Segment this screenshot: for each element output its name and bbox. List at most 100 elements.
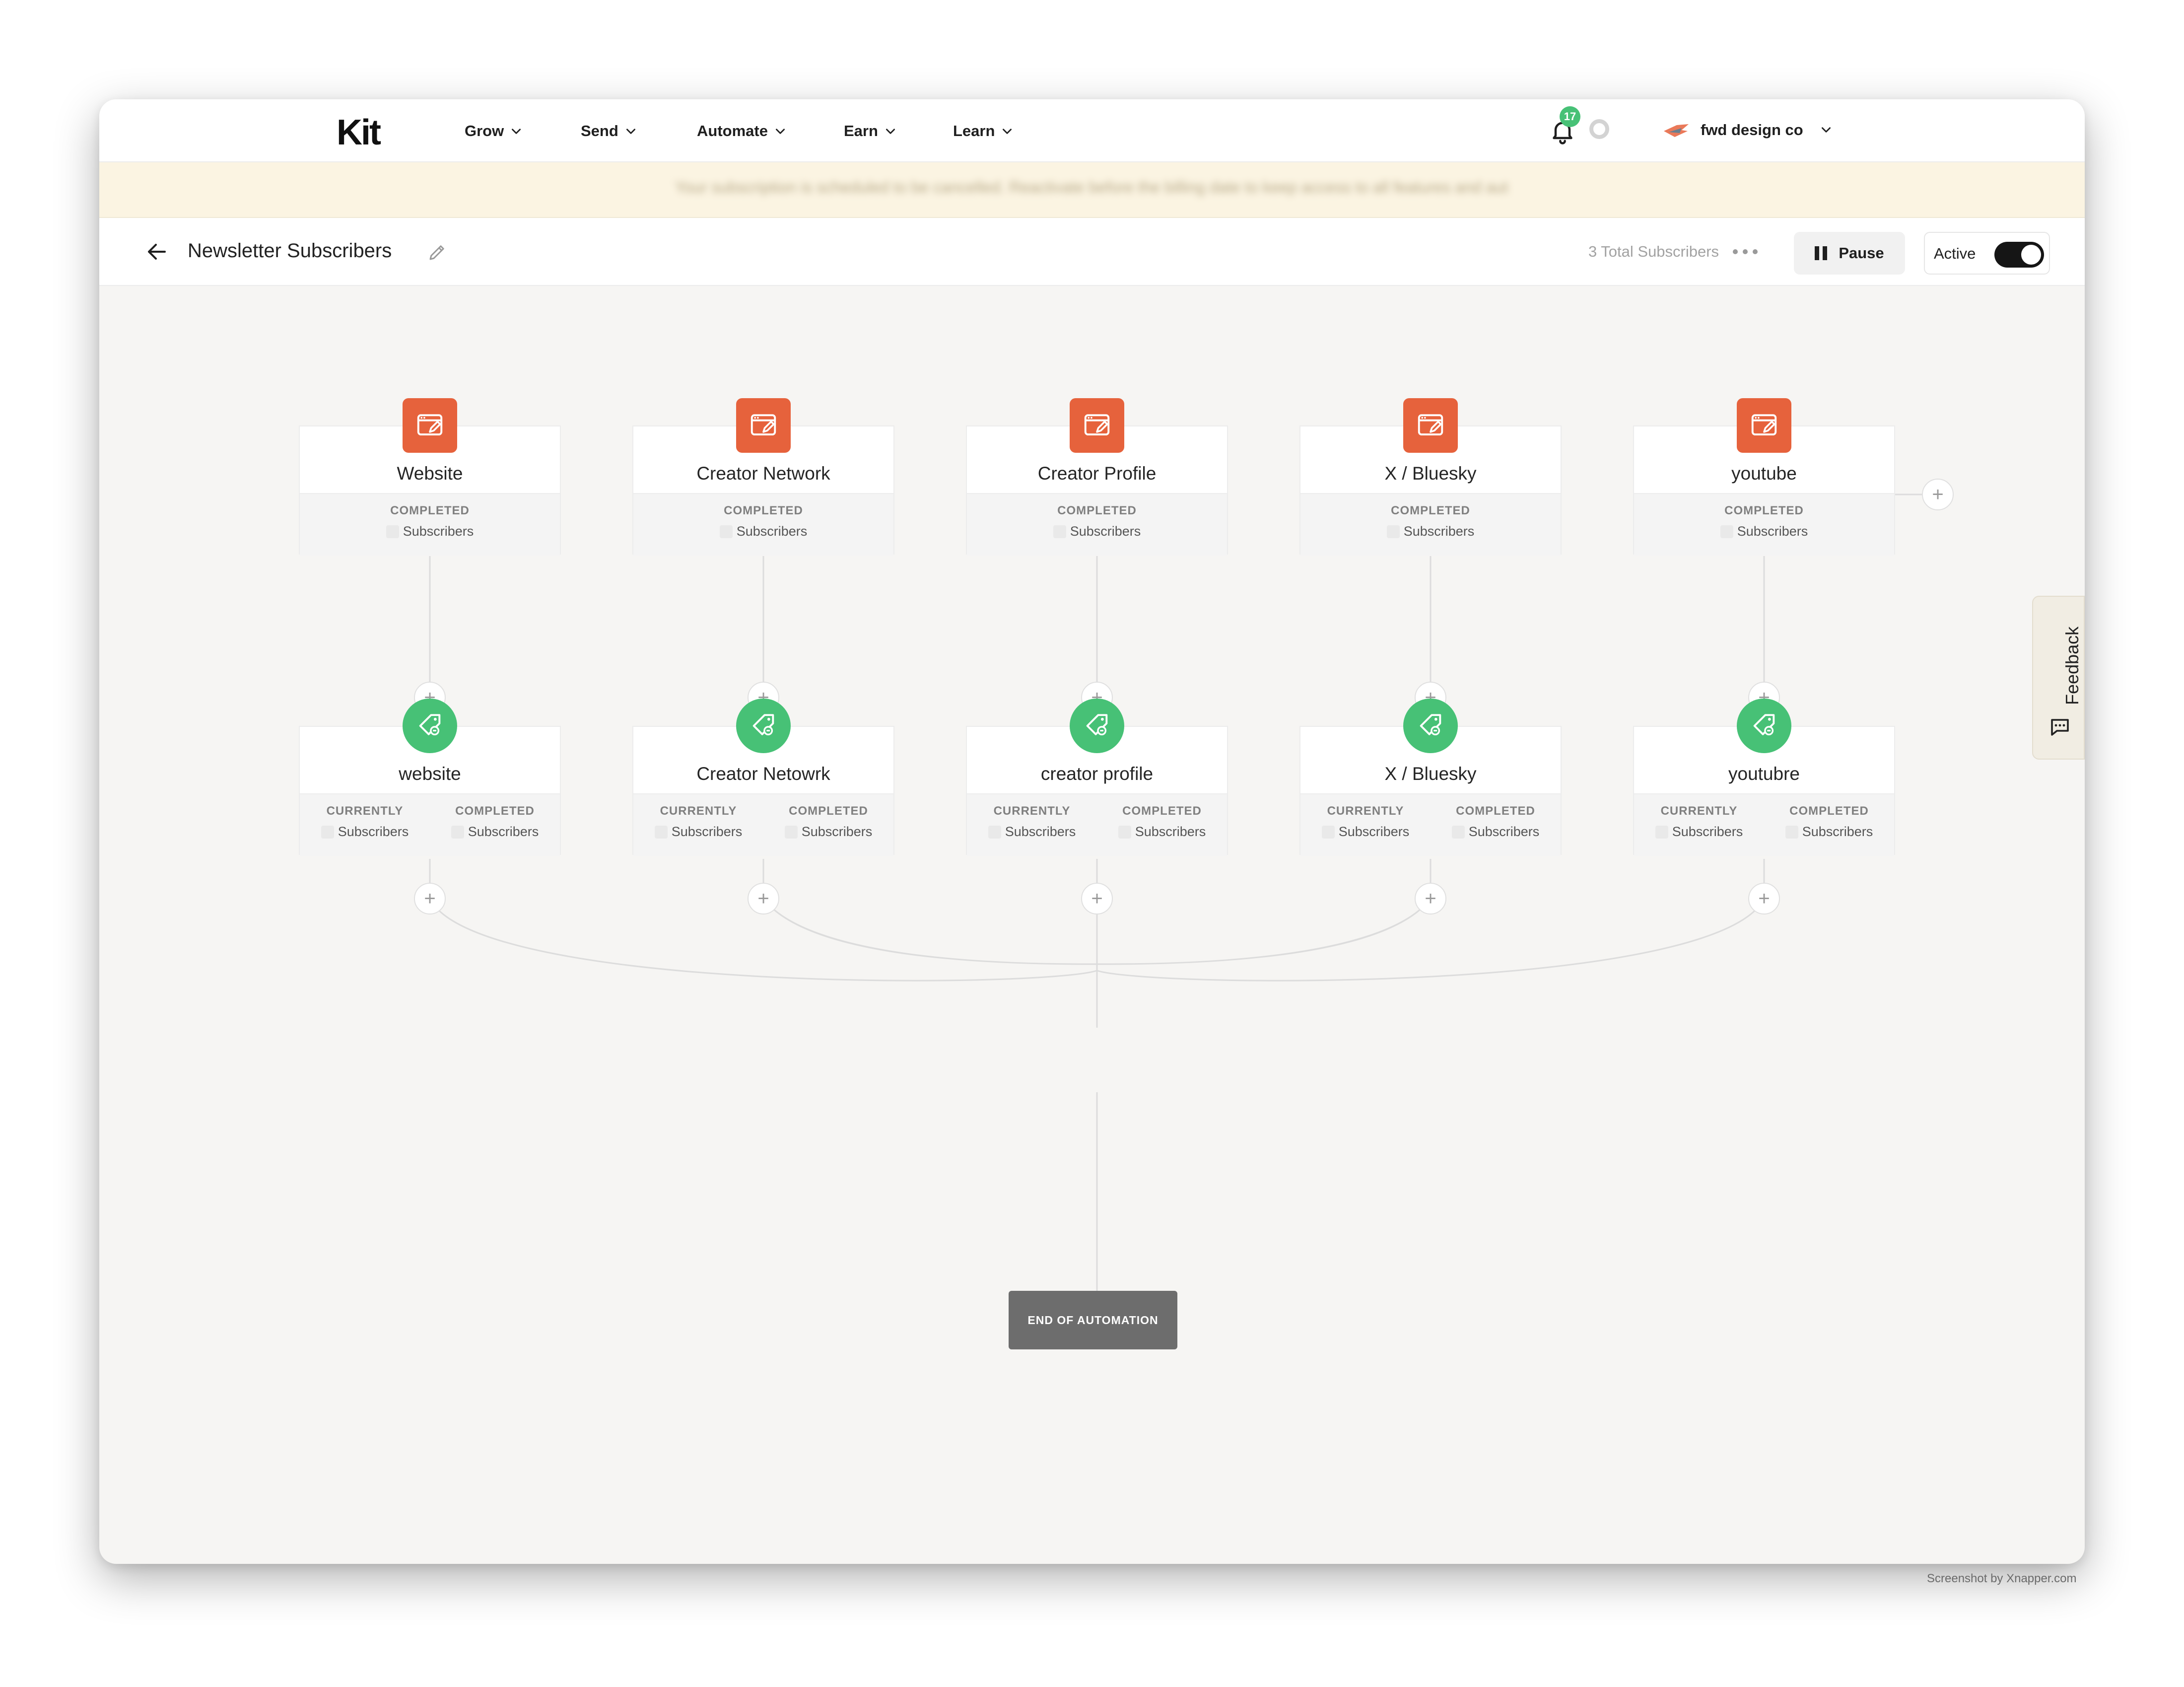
stat-completed: COMPLETED Subscribers (430, 804, 560, 840)
stat-completed: COMPLETED Subscribers (300, 504, 560, 539)
form-icon (1403, 398, 1458, 453)
stat-completed: COMPLETED Subscribers (967, 504, 1227, 539)
form-icon (1070, 398, 1124, 453)
tag-icon (1403, 699, 1458, 753)
stat-count (321, 825, 334, 839)
tag-icon (403, 699, 457, 753)
feedback-tab[interactable]: Feedback (2032, 596, 2085, 760)
tag-icon (1070, 699, 1124, 753)
stat-completed: COMPLETED Subscribers (1300, 504, 1561, 539)
stat-label: COMPLETED (1057, 504, 1137, 517)
stat-unit: Subscribers (1802, 824, 1873, 839)
stat-completed: COMPLETED Subscribers (633, 504, 893, 539)
form-icon (403, 398, 457, 453)
screenshot-credit: Screenshot by Xnapper.com (1927, 1572, 2077, 1585)
stat-currently: CURRENTLY Subscribers (633, 804, 763, 840)
stat-unit: Subscribers (1070, 524, 1141, 539)
stat-label: COMPLETED (1724, 504, 1804, 517)
add-step-button[interactable]: + (1748, 883, 1780, 914)
trigger-title: Website (397, 463, 463, 484)
trigger-title: X / Bluesky (1384, 463, 1477, 484)
stat-count (719, 525, 733, 538)
stat-count (1118, 825, 1131, 839)
stat-currently: CURRENTLY Subscribers (1634, 804, 1764, 840)
stat-count (1321, 825, 1335, 839)
stat-count (1720, 525, 1733, 538)
stat-label: CURRENTLY (1327, 804, 1404, 818)
stat-unit: Subscribers (1672, 824, 1743, 839)
stat-label: CURRENTLY (993, 804, 1071, 818)
stat-count (654, 825, 668, 839)
stat-unit: Subscribers (1403, 524, 1475, 539)
stat-label: COMPLETED (455, 804, 535, 818)
action-stats: CURRENTLY Subscribers COMPLETED Subscrib… (1634, 793, 1894, 856)
trigger-stats: COMPLETED Subscribers (967, 493, 1227, 556)
add-step-button[interactable]: + (1415, 883, 1446, 914)
action-stats: CURRENTLY Subscribers COMPLETED Subscrib… (967, 793, 1227, 856)
automation-app: Kit Grow Send Automate Earn Learn 17 fwd… (99, 99, 2085, 1564)
trigger-stats: COMPLETED Subscribers (1300, 493, 1561, 556)
trigger-stats: COMPLETED Subscribers (1634, 493, 1894, 556)
stat-count (1386, 525, 1400, 538)
stat-count (784, 825, 798, 839)
stat-label: CURRENTLY (660, 804, 737, 818)
action-title: youtubre (1728, 764, 1800, 784)
form-icon (1737, 398, 1791, 453)
stat-completed: COMPLETED Subscribers (1097, 804, 1227, 840)
stat-currently: CURRENTLY Subscribers (967, 804, 1097, 840)
stat-label: COMPLETED (724, 504, 803, 517)
stat-unit: Subscribers (1468, 824, 1540, 839)
stat-completed: COMPLETED Subscribers (1764, 804, 1894, 840)
stat-unit: Subscribers (468, 824, 539, 839)
action-title: creator profile (1040, 764, 1154, 784)
stat-unit: Subscribers (1005, 824, 1076, 839)
stat-completed: COMPLETED Subscribers (1634, 504, 1894, 539)
trigger-stats: COMPLETED Subscribers (633, 493, 893, 556)
trigger-title: youtube (1731, 463, 1797, 484)
stat-count (1053, 525, 1066, 538)
stat-label: CURRENTLY (1660, 804, 1738, 818)
stat-completed: COMPLETED Subscribers (1431, 804, 1561, 840)
stat-unit: Subscribers (338, 824, 409, 839)
stat-label: COMPLETED (1789, 804, 1869, 818)
stat-label: COMPLETED (1122, 804, 1202, 818)
stat-unit: Subscribers (801, 824, 873, 839)
stat-count (1785, 825, 1798, 839)
stat-label: COMPLETED (1391, 504, 1470, 517)
stat-count (386, 525, 399, 538)
action-stats: CURRENTLY Subscribers COMPLETED Subscrib… (300, 793, 560, 856)
add-trigger-button[interactable]: + (1922, 479, 1954, 510)
stat-unit: Subscribers (1338, 824, 1410, 839)
stat-currently: CURRENTLY Subscribers (1300, 804, 1431, 840)
trigger-stats: COMPLETED Subscribers (300, 493, 560, 556)
stat-label: COMPLETED (789, 804, 868, 818)
action-title: website (399, 764, 461, 784)
stat-unit: Subscribers (1135, 824, 1206, 839)
stat-label: COMPLETED (390, 504, 470, 517)
stat-count (1451, 825, 1465, 839)
stat-unit: Subscribers (403, 524, 474, 539)
stat-unit: Subscribers (736, 524, 808, 539)
stat-currently: CURRENTLY Subscribers (300, 804, 430, 840)
action-title: X / Bluesky (1384, 764, 1477, 784)
stat-completed: COMPLETED Subscribers (763, 804, 893, 840)
stat-label: COMPLETED (1456, 804, 1535, 818)
stat-count (1655, 825, 1668, 839)
form-icon (736, 398, 791, 453)
tag-icon (736, 699, 791, 753)
stat-unit: Subscribers (1737, 524, 1808, 539)
add-step-button[interactable]: + (1081, 883, 1113, 914)
trigger-title: Creator Network (696, 463, 830, 484)
stat-label: CURRENTLY (326, 804, 404, 818)
add-step-button[interactable]: + (414, 883, 446, 914)
action-stats: CURRENTLY Subscribers COMPLETED Subscrib… (1300, 793, 1561, 856)
stat-count (988, 825, 1001, 839)
add-step-button[interactable]: + (748, 883, 779, 914)
action-title: Creator Netowrk (696, 764, 830, 784)
trigger-title: Creator Profile (1037, 463, 1157, 484)
action-stats: CURRENTLY Subscribers COMPLETED Subscrib… (633, 793, 893, 856)
tag-icon (1737, 699, 1791, 753)
feedback-label: Feedback (2062, 626, 2082, 705)
stat-count (451, 825, 464, 839)
stat-unit: Subscribers (671, 824, 743, 839)
